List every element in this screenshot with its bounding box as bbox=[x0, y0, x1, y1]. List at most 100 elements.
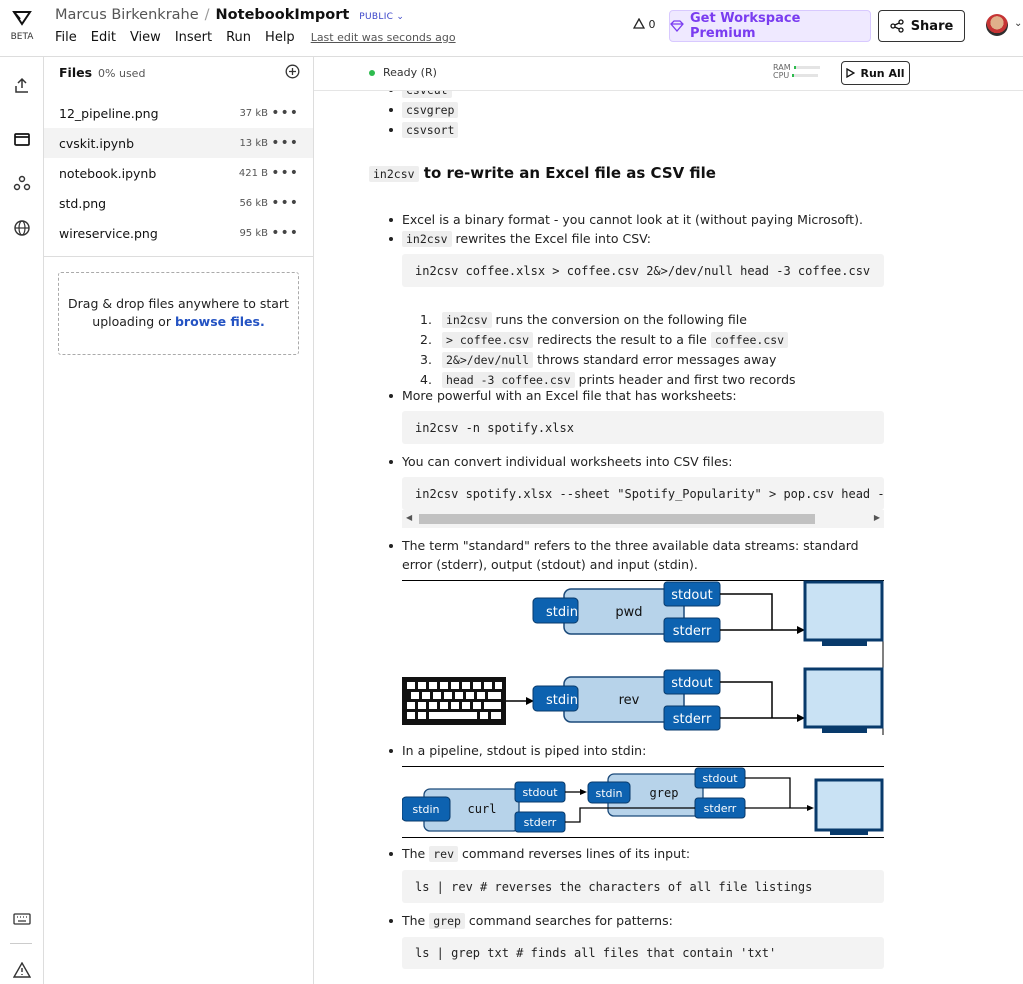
status-dot-icon bbox=[369, 70, 375, 76]
warning-icon[interactable] bbox=[11, 959, 33, 981]
keyboard-icon[interactable] bbox=[11, 908, 33, 930]
file-name: cvskit.ipynb bbox=[59, 135, 135, 151]
list-item: 1. in2csv runs the conversion on the foll… bbox=[420, 310, 882, 330]
code-block[interactable]: ls | rev # reverses the characters of al… bbox=[402, 870, 884, 903]
scrollbar-thumb[interactable] bbox=[419, 514, 815, 524]
code-block[interactable]: ls | grep txt # finds all files that con… bbox=[402, 937, 884, 969]
upload-icon[interactable] bbox=[11, 74, 33, 96]
horizontal-scrollbar[interactable]: ◀ ▶ bbox=[402, 510, 884, 528]
menu-help[interactable]: Help bbox=[265, 30, 295, 45]
list-item-text: The bbox=[402, 913, 426, 928]
inline-code: csvsort bbox=[402, 122, 459, 138]
add-file-icon[interactable] bbox=[285, 64, 300, 83]
app-logo[interactable]: BETA bbox=[8, 10, 36, 42]
files-usage: 0% used bbox=[98, 67, 146, 80]
file-row[interactable]: std.png 56 kB ••• bbox=[44, 188, 313, 218]
file-row[interactable]: wireservice.png 95 kB ••• bbox=[44, 218, 313, 248]
inline-code: 2&>/dev/null bbox=[442, 352, 534, 368]
list-item: More powerful with an Excel file that ha… bbox=[389, 386, 882, 405]
play-icon bbox=[846, 68, 856, 78]
kernel-status-label: Ready (R) bbox=[383, 66, 437, 79]
chevron-down-icon: ⌄ bbox=[396, 12, 405, 22]
file-name: wireservice.png bbox=[59, 225, 158, 241]
list-item-text: command searches for patterns: bbox=[468, 913, 673, 928]
globe-icon[interactable] bbox=[11, 217, 33, 239]
kernel-status[interactable]: Ready (R) bbox=[369, 66, 437, 79]
menu-edit[interactable]: Edit bbox=[91, 30, 116, 45]
stdin-label: stdin bbox=[595, 787, 622, 800]
run-all-button[interactable]: Run All bbox=[841, 61, 910, 85]
files-header: Files 0% used bbox=[59, 65, 145, 80]
notebook-title[interactable]: NotebookImport bbox=[216, 7, 350, 23]
list-item-text: command reverses lines of its input: bbox=[462, 846, 691, 861]
file-name: 12_pipeline.png bbox=[59, 105, 159, 121]
list-item: The rev command reverses lines of its in… bbox=[389, 844, 884, 864]
file-name: std.png bbox=[59, 195, 107, 211]
visibility-dropdown[interactable]: PUBLIC ⌄ bbox=[359, 12, 404, 22]
file-row[interactable]: notebook.ipynb 421 B ••• bbox=[44, 158, 313, 188]
pwd-label: pwd bbox=[615, 605, 642, 620]
menu-view[interactable]: View bbox=[130, 30, 161, 45]
share-icon bbox=[890, 19, 904, 33]
alerts-button[interactable]: 0 bbox=[632, 17, 656, 31]
breadcrumb-owner[interactable]: Marcus Birkenkrahe bbox=[55, 7, 199, 23]
code-block[interactable]: in2csv spotify.xlsx --sheet "Spotify_Pop… bbox=[402, 477, 884, 510]
list-item-text: prints header and first two records bbox=[578, 372, 796, 387]
file-row[interactable]: cvskit.ipynb 13 kB ••• bbox=[44, 128, 313, 158]
std-streams-svg: stdin pwd stdout stderr stdin rev stdout… bbox=[402, 580, 884, 735]
file-row[interactable]: 12_pipeline.png 37 kB ••• bbox=[44, 98, 313, 128]
list-item: in2csv rewrites the Excel file into CSV: bbox=[389, 229, 882, 249]
last-edit-link[interactable]: Last edit was seconds ago bbox=[311, 31, 456, 44]
inline-code: rev bbox=[429, 846, 459, 862]
stdout-label: stdout bbox=[522, 786, 558, 799]
share-button[interactable]: Share bbox=[878, 10, 965, 42]
file-size: 13 kB bbox=[239, 137, 268, 149]
ram-bar-fill bbox=[793, 66, 796, 69]
menu-bar: File Edit View Insert Run Help Last edit was s… bbox=[55, 30, 470, 45]
code-block[interactable]: in2csv -n spotify.xlsx bbox=[402, 411, 884, 444]
curl-label: curl bbox=[468, 802, 497, 816]
list-item: The term "standard" refers to the three … bbox=[389, 536, 884, 574]
scroll-right-icon[interactable]: ▶ bbox=[874, 513, 880, 522]
menu-insert[interactable]: Insert bbox=[175, 30, 212, 45]
code-block[interactable]: in2csv coffee.xlsx > coffee.csv 2&>/dev/… bbox=[402, 254, 884, 287]
drop-zone[interactable]: Drag & drop files anywhere to start uplo… bbox=[58, 272, 299, 355]
list-item: csvsort bbox=[388, 120, 459, 140]
more-icon[interactable]: ••• bbox=[271, 165, 299, 181]
visibility-label: PUBLIC bbox=[359, 12, 394, 22]
chevron-down-icon[interactable]: ⌄ bbox=[1014, 18, 1022, 29]
integrations-icon[interactable] bbox=[11, 172, 33, 194]
avatar[interactable] bbox=[986, 14, 1008, 36]
diamond-icon bbox=[670, 20, 684, 32]
list-number: 2. bbox=[420, 332, 432, 347]
stderr-label: stderr bbox=[673, 624, 712, 639]
menu-file[interactable]: File bbox=[55, 30, 77, 45]
list-item: Excel is a binary format - you cannot lo… bbox=[389, 210, 882, 229]
files-icon[interactable] bbox=[11, 128, 33, 150]
inline-code: > coffee.csv bbox=[442, 332, 534, 348]
share-label: Share bbox=[910, 18, 954, 34]
menu-run[interactable]: Run bbox=[226, 30, 251, 45]
list-item-text: throws standard error messages away bbox=[537, 352, 777, 367]
rail-divider bbox=[10, 943, 32, 944]
breadcrumb: Marcus Birkenkrahe / NotebookImport PUBLIC … bbox=[55, 7, 404, 23]
logo-icon bbox=[12, 11, 32, 26]
pipeline-svg: stdin curl stdout stderr stdin grep stdo… bbox=[402, 766, 884, 838]
left-rail bbox=[0, 57, 44, 984]
premium-label: Get Workspace Premium bbox=[689, 11, 801, 41]
premium-button[interactable]: Get Workspace Premium bbox=[669, 10, 871, 42]
resource-meter[interactable]: RAM CPU bbox=[773, 64, 820, 80]
list-item: 3. 2&>/dev/null throws standard error mes… bbox=[420, 350, 882, 370]
more-icon[interactable]: ••• bbox=[271, 225, 299, 241]
bullet-list: You can convert individual worksheets in… bbox=[389, 452, 882, 471]
browse-files-link[interactable]: browse files. bbox=[175, 314, 265, 329]
heading-code: in2csv bbox=[369, 166, 419, 182]
more-icon[interactable]: ••• bbox=[271, 195, 299, 211]
files-title: Files bbox=[59, 65, 93, 80]
alerts-count: 0 bbox=[648, 18, 656, 31]
stderr-label: stderr bbox=[524, 816, 557, 829]
scroll-left-icon[interactable]: ◀ bbox=[406, 513, 412, 522]
more-icon[interactable]: ••• bbox=[271, 105, 299, 121]
list-item: You can convert individual worksheets in… bbox=[389, 452, 882, 471]
more-icon[interactable]: ••• bbox=[271, 135, 299, 151]
